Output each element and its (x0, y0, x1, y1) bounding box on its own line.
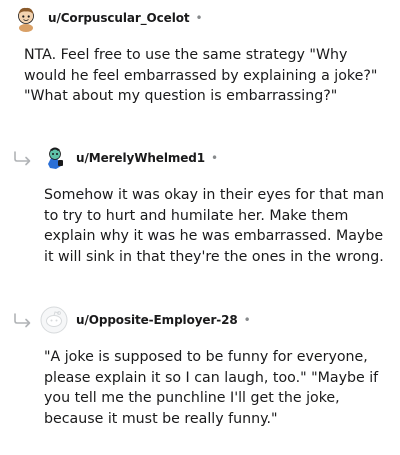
snoo-avatar-icon[interactable] (40, 144, 68, 172)
snoo-avatar-icon[interactable] (12, 4, 40, 32)
separator-dot: • (211, 151, 219, 165)
reply-arrow-icon (12, 150, 34, 166)
comment-username[interactable]: u/MerelyWhelmed1 (76, 151, 205, 165)
default-avatar-icon[interactable] (40, 306, 68, 334)
comment-header: u/Corpuscular_Ocelot • (12, 2, 203, 34)
comment-body: Somehow it was okay in their eyes for th… (44, 187, 385, 265)
comment-header: u/MerelyWhelmed1 • (12, 142, 218, 174)
comment-body: NTA. Feel free to use the same strategy … (24, 47, 378, 104)
reply-arrow-icon (12, 312, 34, 328)
comment-header: u/Opposite-Employer-28 • (12, 304, 251, 336)
comment-username[interactable]: u/Corpuscular_Ocelot (48, 11, 190, 25)
separator-dot: • (195, 11, 203, 25)
comment-body: "A joke is supposed to be funny for ever… (44, 349, 379, 427)
separator-dot: • (243, 313, 251, 327)
comment-username[interactable]: u/Opposite-Employer-28 (76, 313, 238, 327)
